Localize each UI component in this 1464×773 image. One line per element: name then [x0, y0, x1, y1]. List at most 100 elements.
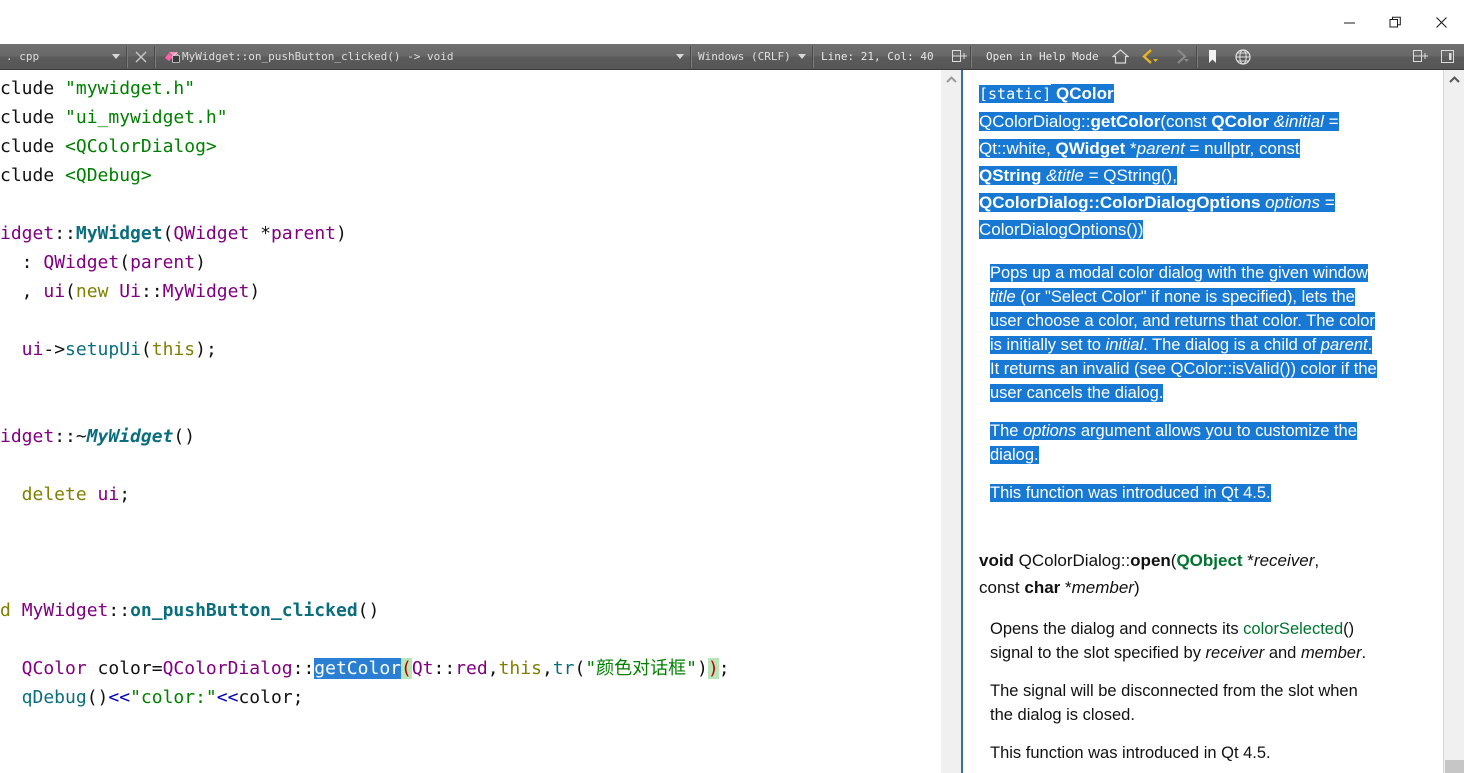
help-back-button[interactable]	[1136, 44, 1166, 70]
paragraph-getcolor-since: This function was introduced in Qt 4.5.	[990, 484, 1271, 502]
editor-vertical-scrollbar[interactable]	[940, 70, 961, 773]
code-token: this	[151, 339, 196, 360]
close-split-icon	[1440, 50, 1454, 63]
code-token: QColorDialog	[162, 658, 293, 679]
code-token: Qt	[411, 658, 434, 679]
code-token: Ui	[119, 281, 141, 302]
code-token: ui	[97, 484, 120, 505]
code-token: d	[0, 600, 22, 621]
open-in-help-mode-label: Open in Help Mode	[986, 50, 1099, 63]
code-token: (	[574, 658, 586, 679]
back-arrow-icon	[1141, 49, 1158, 64]
cursor-position-label: Line: 21, Col: 40	[821, 50, 934, 63]
code-token: QColor	[0, 658, 87, 679]
code-token: delete	[0, 484, 87, 505]
symbol-selector-combo[interactable]: MyWidget::on_pushButton_clicked() -> voi…	[156, 44, 690, 70]
code-token: ::	[108, 600, 131, 621]
code-token: ::	[140, 281, 163, 302]
close-icon	[1435, 16, 1447, 28]
chevron-up-icon	[946, 76, 957, 83]
code-line: , ui(new Ui::MyWidget)	[0, 277, 940, 306]
code-token: (	[140, 339, 152, 360]
close-split-button[interactable]	[1434, 44, 1460, 70]
qobject-link[interactable]: QObject	[1176, 551, 1242, 570]
help-forward-button	[1166, 44, 1196, 70]
signature-getcolor: [static] QColor QColorDialog::getColor(c…	[979, 80, 1443, 243]
code-line: d MyWidget::on_pushButton_clicked()	[0, 596, 940, 625]
code-token: parent	[130, 252, 196, 273]
code-line: QColor color=QColorDialog::getColor(Qt::…	[0, 654, 940, 683]
help-panel[interactable]: [static] QColor QColorDialog::getColor(c…	[961, 70, 1464, 773]
return-type: QColor	[1055, 84, 1114, 103]
add-bookmark-button[interactable]	[1198, 44, 1228, 70]
paragraph-open-description: Opens the dialog and connects its colorS…	[990, 620, 1367, 662]
help-home-button[interactable]	[1106, 44, 1136, 70]
restore-button[interactable]	[1372, 0, 1418, 44]
help-vertical-scrollbar[interactable]	[1443, 70, 1464, 773]
code-token: ()	[173, 426, 196, 447]
code-token: (	[401, 658, 412, 679]
static-tag: [static]	[979, 85, 1052, 103]
close-button[interactable]	[1418, 0, 1464, 44]
code-line: : QWidget(parent)	[0, 248, 940, 277]
cursor-position-indicator[interactable]: Line: 21, Col: 40	[814, 44, 948, 70]
globe-icon	[1234, 48, 1251, 65]
code-token: (	[162, 223, 174, 244]
file-selector-label: . cpp	[6, 50, 40, 63]
code-token: setupUi	[65, 339, 141, 360]
close-icon	[135, 51, 147, 62]
file-selector-combo[interactable]: . cpp	[0, 44, 126, 70]
code-token: ::	[54, 223, 76, 244]
open-in-help-mode-button[interactable]: Open in Help Mode	[972, 44, 1106, 70]
colorselected-link[interactable]: colorSelected	[1243, 620, 1343, 638]
code-line: clude "ui_mywidget.h"	[0, 103, 940, 132]
scroll-up-button[interactable]	[941, 72, 962, 88]
code-token: idget	[0, 426, 55, 447]
minimize-icon	[1343, 22, 1355, 23]
open-online-docs-button[interactable]	[1228, 44, 1258, 70]
code-line: qDebug()<<"color:"<<color;	[0, 683, 940, 712]
code-token: ;	[292, 687, 304, 708]
code-token: );	[195, 339, 217, 360]
split-editor-button[interactable]	[948, 44, 970, 70]
paragraph-open-disconnect: The signal will be disconnected from the…	[990, 682, 1358, 724]
code-token: ::	[433, 658, 456, 679]
code-line: clude <QDebug>	[0, 161, 940, 190]
code-token: ,	[0, 281, 44, 302]
code-token: ()	[86, 687, 109, 708]
code-token: ::	[292, 658, 315, 679]
split-help-button[interactable]	[1406, 44, 1434, 70]
code-text[interactable]: clude "mywidget.h" clude "ui_mywidget.h" c…	[0, 70, 940, 712]
minimize-button[interactable]	[1326, 0, 1372, 44]
close-document-button[interactable]	[128, 44, 154, 70]
code-token: color	[238, 687, 293, 708]
scroll-up-button[interactable]	[1444, 72, 1464, 88]
signature-open: void QColorDialog::open(QObject *receive…	[979, 551, 1320, 597]
code-token: on_pushButton_clicked	[130, 600, 358, 621]
code-token: MyWidget	[75, 223, 163, 244]
code-token: clude	[0, 165, 66, 186]
window-controls	[1326, 0, 1464, 44]
code-line: idget::MyWidget(QWidget *parent)	[0, 219, 940, 248]
code-token: <<	[216, 687, 239, 708]
qt-creator-window: . cpp MyWidget::on_pushButton_clicked() …	[0, 0, 1464, 773]
code-token: )	[249, 281, 261, 302]
code-token: idget	[0, 223, 55, 244]
code-editor[interactable]: clude "mywidget.h" clude "ui_mywidget.h" c…	[0, 70, 940, 773]
paragraph-getcolor-options: The options argument allows you to custo…	[990, 422, 1357, 464]
code-token: ui	[0, 339, 44, 360]
chevron-down-icon	[112, 54, 120, 59]
code-token: tr	[552, 658, 575, 679]
scroll-thumb[interactable]	[1445, 760, 1464, 773]
code-token: ,	[541, 658, 553, 679]
line-ending-combo[interactable]: Windows (CRLF)	[692, 44, 812, 70]
code-token: )	[697, 658, 708, 679]
title-bar	[0, 0, 1464, 44]
